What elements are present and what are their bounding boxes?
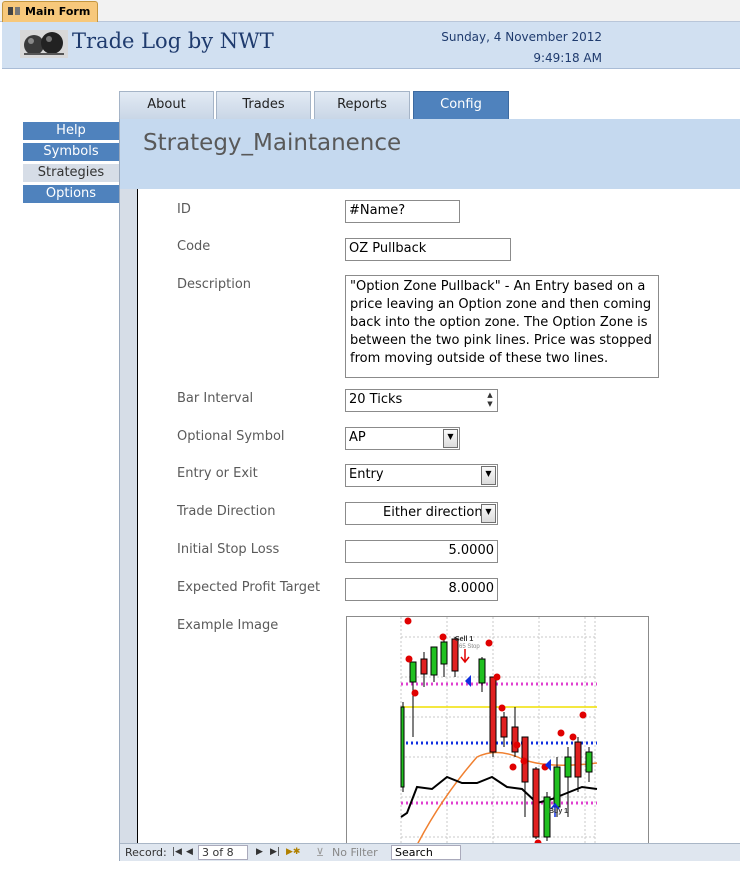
code-field[interactable]: OZ Pullback <box>345 238 511 261</box>
optional-symbol-value: AP <box>349 430 366 445</box>
app-title: Trade Log by NWT <box>72 29 274 53</box>
example-image-label: Example Image <box>177 618 279 633</box>
current-time: 9:49:18 AM <box>533 51 602 65</box>
description-label: Description <box>177 277 252 292</box>
trade-direction-select[interactable]: Either direction ▼ <box>345 502 498 525</box>
optional-symbol-label: Optional Symbol <box>177 429 285 444</box>
search-input[interactable]: Search <box>391 845 461 860</box>
nav-symbols-button[interactable]: Symbols <box>23 143 119 161</box>
initial-stop-loss-label: Initial Stop Loss <box>177 542 280 557</box>
code-label: Code <box>177 239 211 254</box>
filter-icon[interactable]: ⊻ <box>316 846 324 859</box>
tab-config[interactable]: Config <box>413 91 509 120</box>
record-navigation-bar: Record: |◀ ◀ 3 of 8 ▶ ▶| ▶✱ ⊻ No Filter … <box>120 843 740 861</box>
no-filter-button[interactable]: No Filter <box>332 846 378 859</box>
nav-help-button[interactable]: Help <box>23 122 119 140</box>
trade-direction-label: Trade Direction <box>177 504 276 519</box>
example-image[interactable]: Sell 1 65 Stop Buy 1 <box>346 616 649 844</box>
sell-stop-annotation: 65 Stop <box>459 644 480 650</box>
spinner-arrows-icon[interactable]: ▲ ▼ <box>484 391 496 410</box>
chart-screenshot-image: Sell 1 65 Stop Buy 1 <box>400 617 598 843</box>
bar-interval-value: 20 Ticks <box>349 392 403 407</box>
buy-annotation: Buy 1 <box>549 808 568 815</box>
trade-direction-value: Either direction <box>383 505 483 520</box>
chevron-down-icon[interactable]: ▼ <box>481 504 496 523</box>
bar-interval-label: Bar Interval <box>177 391 254 406</box>
chevron-down-icon[interactable]: ▼ <box>443 429 458 448</box>
tab-trades[interactable]: Trades <box>216 91 311 119</box>
document-tab-strip: Main Form <box>0 0 740 23</box>
last-record-icon[interactable]: ▶| <box>270 847 280 857</box>
bar-interval-field[interactable]: 20 Ticks ▲ ▼ <box>345 389 498 412</box>
optional-symbol-select[interactable]: AP ▼ <box>345 427 460 450</box>
record-label: Record: <box>125 846 167 859</box>
id-label: ID <box>177 202 191 217</box>
app-header: Trade Log by NWT Sunday, 4 November 2012… <box>2 22 740 69</box>
form-title: Strategy_Maintanence <box>143 130 402 156</box>
previous-record-icon[interactable]: ◀ <box>186 847 193 857</box>
chevron-down-icon[interactable]: ▼ <box>481 466 496 485</box>
expected-profit-target-label: Expected Profit Target <box>177 580 321 595</box>
main-form-doc-tab[interactable]: Main Form <box>2 1 98 23</box>
current-date: Sunday, 4 November 2012 <box>441 30 602 44</box>
doc-tab-label: Main Form <box>25 5 91 18</box>
record-position-field[interactable]: 3 of 8 <box>198 845 248 860</box>
next-record-icon[interactable]: ▶ <box>256 847 263 857</box>
entry-or-exit-value: Entry <box>349 467 384 482</box>
expected-profit-target-field[interactable]: 8.0000 <box>345 578 498 601</box>
sell-annotation: Sell 1 <box>455 636 473 643</box>
nav-options-button[interactable]: Options <box>23 185 119 203</box>
initial-stop-loss-field[interactable]: 5.0000 <box>345 540 498 563</box>
nav-strategies-button[interactable]: Strategies <box>23 164 119 182</box>
tab-about[interactable]: About <box>119 91 214 119</box>
entry-or-exit-select[interactable]: Entry ▼ <box>345 464 498 487</box>
form-icon <box>8 7 20 15</box>
first-record-icon[interactable]: |◀ <box>172 847 182 857</box>
entry-or-exit-label: Entry or Exit <box>177 466 258 481</box>
tab-reports[interactable]: Reports <box>314 91 410 119</box>
new-record-icon[interactable]: ▶✱ <box>286 847 300 857</box>
logo-icon <box>20 30 68 58</box>
record-selector[interactable] <box>120 189 138 844</box>
description-field[interactable]: "Option Zone Pullback" - An Entry based … <box>345 275 659 378</box>
id-field[interactable]: #Name? <box>345 200 460 223</box>
